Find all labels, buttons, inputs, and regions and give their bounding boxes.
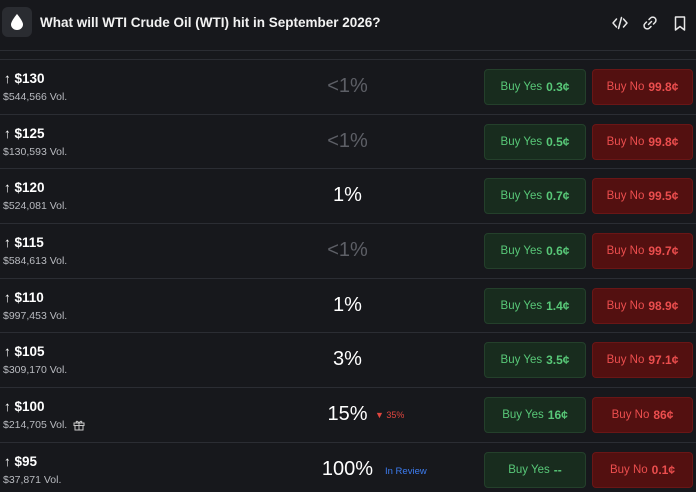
buy-yes-label: Buy Yes xyxy=(500,245,543,258)
outcome-row-130[interactable]: ↑ $130 $544,566 Vol. <1% Buy Yes 0.3¢ Buy… xyxy=(0,60,696,115)
chance-value: 1% xyxy=(333,293,362,316)
market-header: What will WTI Crude Oil (WTI) hit in Sep… xyxy=(0,0,696,48)
no-price: 0.1¢ xyxy=(651,462,676,477)
strike-label: ↑ $105 xyxy=(4,344,45,360)
strike-label: ↑ $115 xyxy=(4,235,44,251)
outcome-row-125[interactable]: ↑ $125 $130,593 Vol. <1% Buy Yes 0.5¢ Buy… xyxy=(0,115,696,170)
outcome-row-115[interactable]: ↑ $115 $584,613 Vol. <1% Buy Yes 0.6¢ Buy… xyxy=(0,224,696,279)
buy-no-label: Buy No xyxy=(606,299,645,312)
yes-price: -- xyxy=(553,462,562,477)
no-price: 97.1¢ xyxy=(648,353,679,368)
chance-value: <1% xyxy=(327,239,368,262)
volume-label: $584,613 Vol. xyxy=(3,255,68,268)
buy-no-label: Buy No xyxy=(606,354,645,367)
buy-yes-button[interactable]: Buy Yes 0.5¢ xyxy=(484,123,586,160)
strike-label: ↑ $95 xyxy=(4,453,38,469)
chance-value: <1% xyxy=(327,75,368,97)
volume-label: $130,593 Vol. xyxy=(3,145,68,158)
buy-yes-label: Buy Yes xyxy=(502,409,544,422)
strike-label: ↑ $125 xyxy=(4,125,45,141)
yes-price: 0.3¢ xyxy=(546,80,570,94)
volume-label: $309,170 Vol. xyxy=(3,364,68,377)
chance-value: 3% xyxy=(333,348,362,371)
outcome-row-105[interactable]: ↑ $105 $309,170 Vol. 3% Buy Yes 3.5¢ Buy … xyxy=(0,333,696,389)
yes-price: 1.4¢ xyxy=(546,298,570,313)
buy-no-label: Buy No xyxy=(606,245,645,258)
buy-yes-label: Buy Yes xyxy=(500,135,543,148)
buy-yes-button[interactable]: Buy Yes 16¢ xyxy=(484,397,586,434)
outcome-row-120[interactable]: ↑ $120 $524,081 Vol. 1% Buy Yes 0.7¢ Buy … xyxy=(0,169,696,225)
buy-no-label: Buy No xyxy=(606,190,645,203)
buy-yes-label: Buy Yes xyxy=(500,81,543,93)
buy-yes-label: Buy Yes xyxy=(500,190,543,203)
bookmark-icon[interactable] xyxy=(671,14,689,32)
buy-yes-button[interactable]: Buy Yes 0.6¢ xyxy=(484,233,586,270)
buy-yes-label: Buy Yes xyxy=(500,354,543,367)
no-price: 99.8¢ xyxy=(648,80,679,94)
buy-no-button[interactable]: Buy No 97.1¢ xyxy=(592,342,693,379)
strike-label: ↑ $110 xyxy=(4,289,44,305)
oil-drop-icon xyxy=(2,7,32,37)
buy-no-label: Buy No xyxy=(606,81,645,93)
in-review-status: In Review xyxy=(385,465,427,477)
volume-label: $37,871 Vol. xyxy=(3,473,62,486)
outcome-list: ↑ $130 $544,566 Vol. <1% Buy Yes 0.3¢ Buy… xyxy=(0,60,696,492)
volume-label: $544,566 Vol. xyxy=(3,91,68,103)
outcome-row-110[interactable]: ↑ $110 $997,453 Vol. 1% Buy Yes 1.4¢ Buy … xyxy=(0,279,696,334)
outcome-row-100[interactable]: ↑ $100 $214,705 Vol. 15% ▼ 35% Buy Yes 16… xyxy=(0,388,696,443)
no-price: 99.5¢ xyxy=(648,189,679,204)
buy-no-label: Buy No xyxy=(606,135,645,148)
no-price: 99.7¢ xyxy=(648,244,679,259)
buy-yes-button[interactable]: Buy Yes 3.5¢ xyxy=(484,342,586,379)
volume-row: $214,705 Vol. xyxy=(3,419,85,431)
strike-label: ↑ $130 xyxy=(4,71,45,86)
volume-label: $524,081 Vol. xyxy=(3,200,68,213)
no-price: 98.9¢ xyxy=(648,298,679,313)
gift-icon[interactable] xyxy=(73,419,85,431)
buy-no-button[interactable]: Buy No 0.1¢ xyxy=(592,451,693,488)
no-price: 99.8¢ xyxy=(648,134,679,149)
buy-yes-button[interactable]: Buy Yes -- xyxy=(484,451,586,488)
chance-delta: ▼ 35% xyxy=(375,410,405,421)
chance-value: 1% xyxy=(333,184,362,207)
buy-no-button[interactable]: Buy No 99.8¢ xyxy=(592,123,693,160)
link-icon[interactable] xyxy=(641,14,659,32)
header-divider xyxy=(0,50,696,51)
buy-no-button[interactable]: Buy No 99.8¢ xyxy=(592,69,693,105)
yes-price: 16¢ xyxy=(547,408,568,423)
volume-label: $214,705 Vol. xyxy=(3,419,68,432)
yes-price: 0.5¢ xyxy=(546,134,570,149)
chance-value: <1% xyxy=(327,129,368,152)
buy-yes-button[interactable]: Buy Yes 1.4¢ xyxy=(484,287,586,324)
strike-label: ↑ $100 xyxy=(4,399,45,415)
buy-yes-button[interactable]: Buy Yes 0.7¢ xyxy=(484,178,586,215)
buy-no-button[interactable]: Buy No 98.9¢ xyxy=(592,287,693,324)
buy-yes-button[interactable]: Buy Yes 0.3¢ xyxy=(484,69,586,105)
buy-yes-label: Buy Yes xyxy=(508,463,550,476)
volume-label: $997,453 Vol. xyxy=(3,309,68,322)
buy-no-button[interactable]: Buy No 86¢ xyxy=(592,397,693,434)
buy-no-label: Buy No xyxy=(611,409,650,422)
embed-code-icon[interactable] xyxy=(611,14,629,32)
market-title: What will WTI Crude Oil (WTI) hit in Sep… xyxy=(40,15,381,30)
buy-no-button[interactable]: Buy No 99.7¢ xyxy=(592,233,693,270)
buy-yes-label: Buy Yes xyxy=(500,299,543,312)
outcome-row-95[interactable]: ↑ $95 $37,871 Vol. 100% In Review Buy Ye… xyxy=(0,443,696,492)
yes-price: 0.6¢ xyxy=(546,244,570,259)
no-price: 86¢ xyxy=(653,408,674,423)
buy-no-label: Buy No xyxy=(609,463,648,476)
buy-no-button[interactable]: Buy No 99.5¢ xyxy=(592,178,693,215)
yes-price: 0.7¢ xyxy=(546,189,570,204)
strike-label: ↑ $120 xyxy=(4,180,45,196)
yes-price: 3.5¢ xyxy=(546,353,570,368)
